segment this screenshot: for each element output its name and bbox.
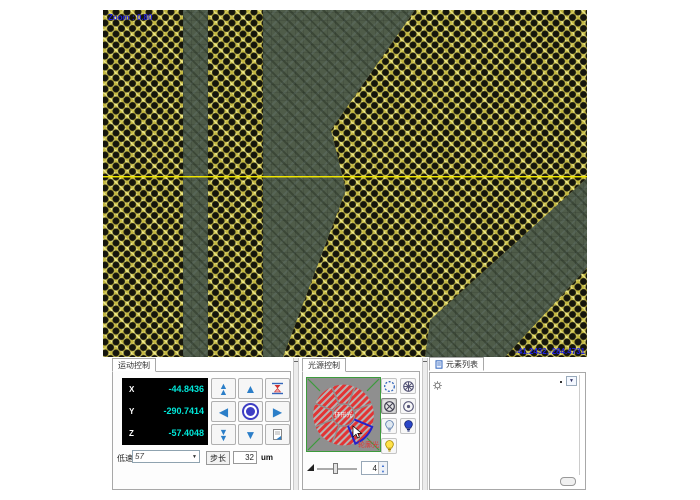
combo-arrow-icon: ▼ <box>569 378 574 384</box>
tab-elements-label: 元素列表 <box>446 359 478 370</box>
axis-x-value: -44.8436 <box>168 384 204 394</box>
dropdown-arrow-icon: ▼ <box>192 454 197 460</box>
spinner: ▲ ▼ <box>378 462 387 474</box>
double-down-arrow-icon: ▼▼ <box>219 429 228 441</box>
step-size-input[interactable]: 32 <box>233 451 257 464</box>
ring-light-4seg-button[interactable] <box>381 398 397 414</box>
zoom-readout: Zoom : 0.80 <box>108 13 152 22</box>
mesh-trace-second <box>208 10 263 357</box>
ring-light-selector[interactable]: 环形光 轮廓光 <box>306 377 381 452</box>
mesh-trace-left <box>103 10 183 357</box>
step-mode-label: 步长 <box>210 453 226 464</box>
brightness-min-icon <box>307 464 314 471</box>
up-arrow-icon: ▲ <box>245 383 257 395</box>
backlight-button[interactable] <box>381 418 397 434</box>
panel-splitter-right[interactable] <box>422 358 428 490</box>
coaxial-light-button[interactable] <box>400 418 416 434</box>
light-mode-buttons <box>381 378 416 454</box>
goto-position-button[interactable] <box>265 424 290 445</box>
speed-value: 57 <box>135 452 144 461</box>
list-dropdown-button[interactable]: ▼ <box>566 376 577 386</box>
double-up-arrow-icon: ▲▲ <box>219 383 228 395</box>
ring-light-single-icon <box>402 400 415 413</box>
dro-coordinate-display: X -44.8436 Y -290.7414 Z -57.4048 <box>122 378 208 445</box>
ring-light-off-button[interactable] <box>381 378 397 394</box>
gear-icon <box>433 381 442 390</box>
ring-light-8seg-icon <box>402 380 415 393</box>
ring-light-4seg-icon <box>383 400 396 413</box>
left-arrow-icon: ◀ <box>219 406 228 418</box>
tab-elements-list[interactable]: 元素列表 <box>429 357 484 371</box>
stop-button[interactable] <box>238 401 263 422</box>
elements-scrollbar-thumb[interactable] <box>560 477 576 486</box>
crosshair-line <box>103 176 587 177</box>
surface-light-button[interactable] <box>381 438 397 454</box>
jog-right-button[interactable]: ▶ <box>265 401 290 422</box>
jog-up-fast-button[interactable]: ▲▲ <box>211 378 236 399</box>
camera-view[interactable]: Zoom : 0.80 -41.2432,-284.4731 <box>103 10 587 357</box>
tab-light-control[interactable]: 光源控制 <box>302 358 346 372</box>
jog-down-button[interactable]: ▼ <box>238 424 263 445</box>
panel-splitter-left[interactable] <box>293 358 299 490</box>
cursor-position-readout: -41.2432,-284.4731 <box>515 347 585 356</box>
axis-y-label: Y <box>129 407 134 416</box>
autofocus-icon <box>271 382 284 395</box>
ring-light-single-button[interactable] <box>400 398 416 414</box>
ring-light-8seg-button[interactable] <box>400 378 416 394</box>
jog-pad: ▲▲ ▲ ◀ ▶ ▼▼ <box>211 378 290 445</box>
motion-control-panel: X -44.8436 Y -290.7414 Z -57.4048 ▲▲ ▲ <box>112 371 291 490</box>
brightness-slider-thumb[interactable] <box>333 463 338 474</box>
selected-segment-caption: 轮廓光 <box>358 440 379 450</box>
stop-icon <box>242 403 259 420</box>
dro-row-x: X -44.8436 <box>122 378 208 400</box>
ring-center-label: 环形光 <box>334 411 352 419</box>
tab-motion-label: 运动控制 <box>118 360 150 371</box>
jog-down-fast-button[interactable]: ▼▼ <box>211 424 236 445</box>
goto-position-icon <box>271 428 284 441</box>
spin-down-button[interactable]: ▼ <box>379 468 387 474</box>
step-size-value: 32 <box>245 453 254 462</box>
light-control-panel: 环形光 轮廓光 <box>302 371 420 490</box>
list-marker <box>560 381 562 383</box>
filter-gear-button[interactable] <box>433 377 442 395</box>
list-icon <box>435 360 443 369</box>
bulb-yellow-icon <box>384 439 395 453</box>
ring-light-off-icon <box>383 380 396 393</box>
step-mode-button[interactable]: 步长 <box>206 451 230 465</box>
elements-scrollbar-track[interactable] <box>579 375 580 475</box>
axis-z-value: -57.4048 <box>168 428 204 438</box>
jog-up-button[interactable]: ▲ <box>238 378 263 399</box>
axis-x-label: X <box>129 385 134 394</box>
down-arrow-icon: ▼ <box>245 429 257 441</box>
axis-y-value: -290.7414 <box>163 406 204 416</box>
bulb-off-icon <box>384 419 395 433</box>
tab-light-label: 光源控制 <box>308 360 340 371</box>
brightness-spinbox[interactable]: 4 ▲ ▼ <box>361 461 388 475</box>
right-arrow-icon: ▶ <box>273 406 282 418</box>
elements-list-panel: ▼ <box>429 372 586 490</box>
autofocus-button[interactable] <box>265 378 290 399</box>
axis-z-label: Z <box>129 429 134 438</box>
dro-row-z: Z -57.4048 <box>122 422 208 444</box>
jog-left-button[interactable]: ◀ <box>211 401 236 422</box>
tab-motion-control[interactable]: 运动控制 <box>112 358 156 372</box>
step-unit-label: um <box>261 453 273 462</box>
brightness-value: 4 <box>362 462 378 474</box>
speed-dropdown[interactable]: 57 ▼ <box>132 450 200 463</box>
bulb-blue-icon <box>403 419 414 433</box>
dro-row-y: Y -290.7414 <box>122 400 208 422</box>
